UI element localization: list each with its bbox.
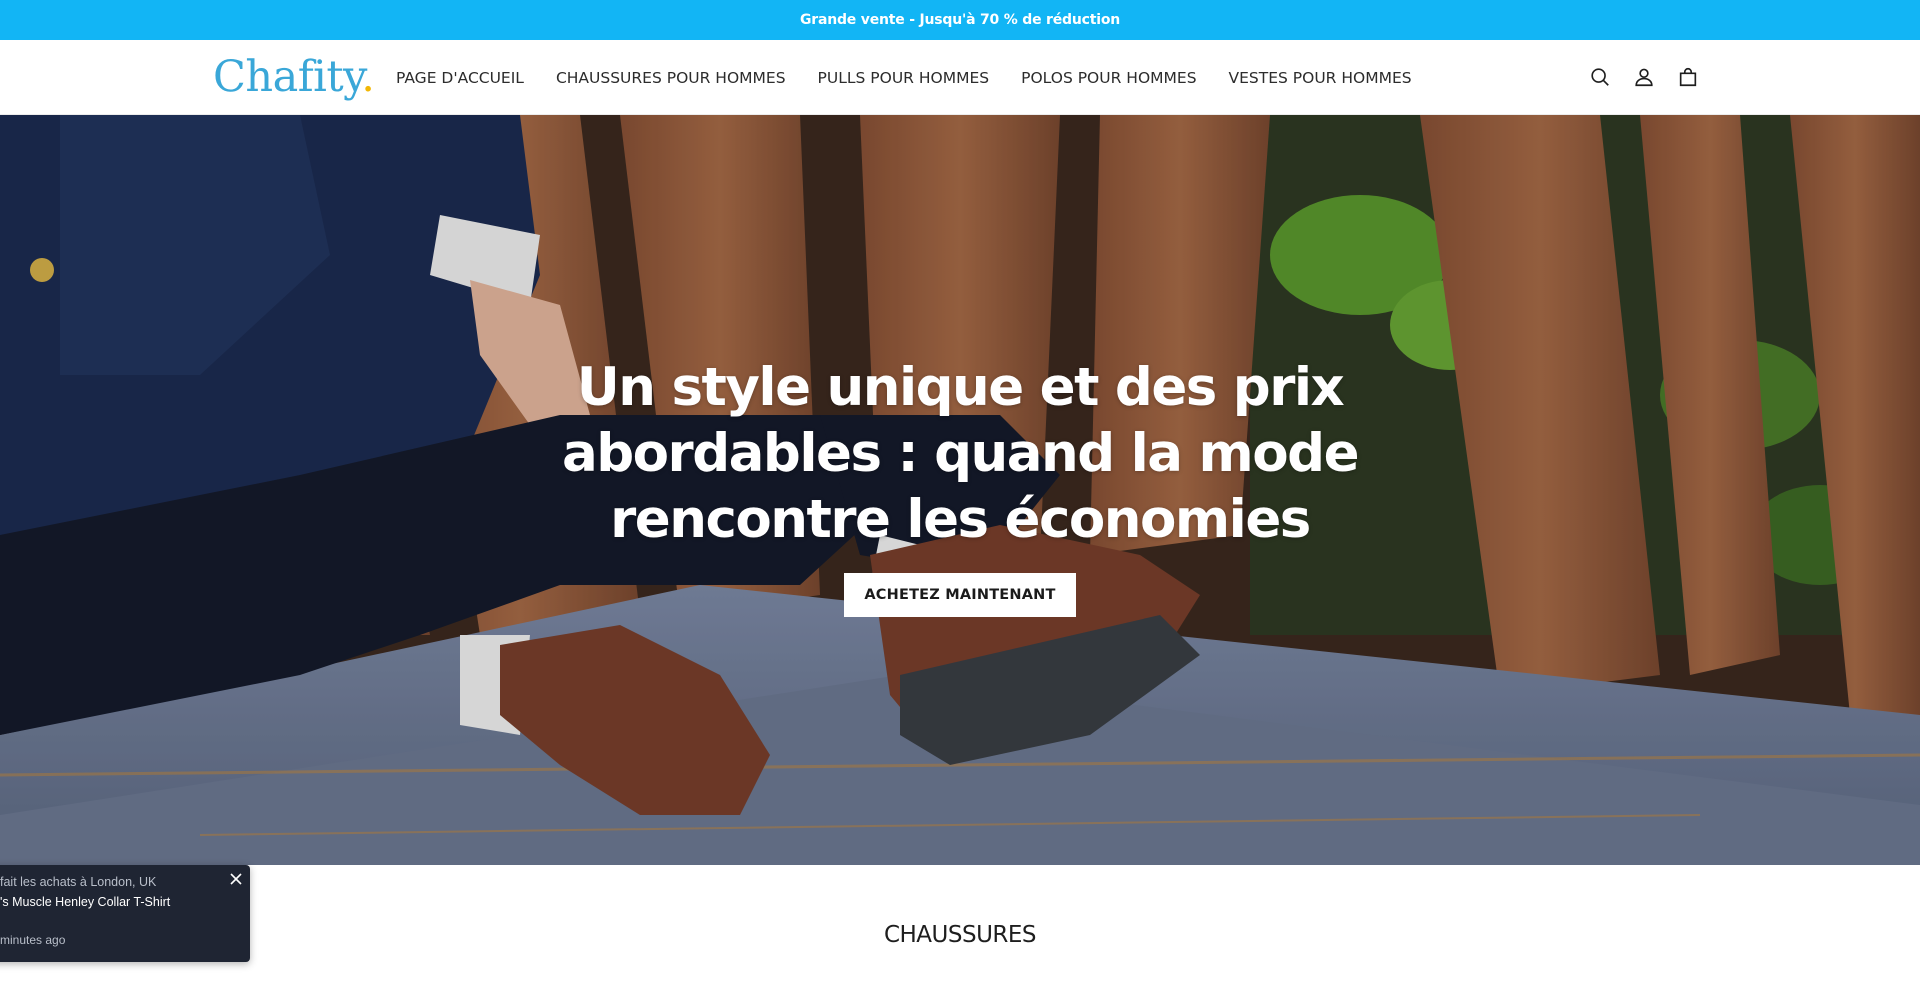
cart-icon[interactable] — [1674, 63, 1702, 91]
announcement-bar: Grande vente - Jusqu'à 70 % de réduction — [0, 0, 1920, 40]
header-icons — [1586, 63, 1718, 91]
logo-dot: . — [361, 52, 375, 102]
nav-item-sweaters[interactable]: PULLS POUR HOMMES — [818, 66, 990, 90]
hero-title: Un style unique et des prix abordables :… — [561, 357, 1360, 550]
notification-product: 's Muscle Henley Collar T-Shirt — [0, 895, 171, 909]
notification-time: minutes ago — [0, 933, 66, 947]
close-icon[interactable] — [228, 871, 244, 887]
logo[interactable]: Chafity. — [213, 50, 375, 105]
site-header: Chafity. PAGE D'ACCUEIL CHAUSSURES POUR … — [0, 40, 1920, 115]
nav-item-shoes[interactable]: CHAUSSURES POUR HOMMES — [556, 66, 786, 90]
logo-text: Chafity — [213, 52, 362, 102]
nav-item-jackets[interactable]: VESTES POUR HOMMES — [1229, 66, 1412, 90]
shop-now-button[interactable]: ACHETEZ MAINTENANT — [844, 573, 1076, 617]
search-icon[interactable] — [1586, 63, 1614, 91]
announcement-text: Grande vente - Jusqu'à 70 % de réduction — [799, 12, 1121, 28]
hero-content: Un style unique et des prix abordables :… — [560, 355, 1360, 617]
purchase-notification[interactable]: fait les achats à London, UK 's Muscle H… — [0, 865, 250, 962]
account-icon[interactable] — [1630, 63, 1658, 91]
section-title: CHAUSSURES — [883, 922, 1037, 948]
nav-item-polos[interactable]: POLOS POUR HOMMES — [1021, 66, 1196, 90]
hero-banner: Un style unique et des prix abordables :… — [0, 115, 1920, 865]
main-nav: PAGE D'ACCUEIL CHAUSSURES POUR HOMMES PU… — [396, 66, 1444, 90]
nav-item-home[interactable]: PAGE D'ACCUEIL — [396, 66, 524, 90]
notification-location: fait les achats à London, UK — [0, 875, 157, 889]
